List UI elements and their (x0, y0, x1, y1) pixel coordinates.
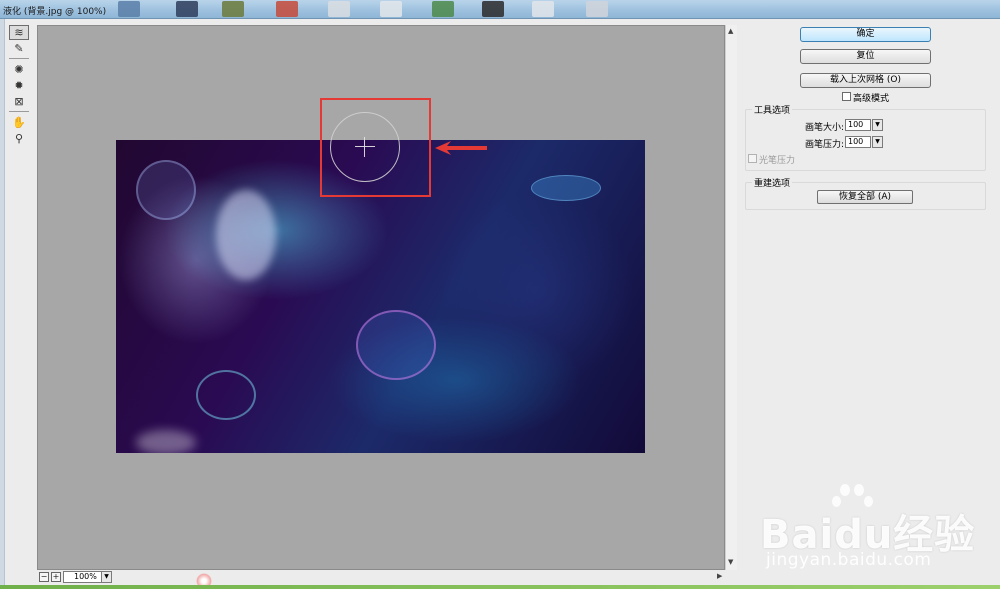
bloat-tool-icon[interactable]: ✹ (9, 78, 29, 93)
stylus-pressure-checkbox[interactable] (748, 154, 757, 163)
ok-button[interactable]: 确定 (800, 27, 931, 42)
tool-options-title: 工具选项 (752, 103, 793, 116)
advanced-mode-label: 高级模式 (853, 94, 890, 104)
image-bubble (216, 190, 276, 280)
reset-button[interactable]: 复位 (800, 49, 931, 64)
vertical-scrollbar[interactable]: ▲ ▼ (725, 25, 737, 570)
pucker-tool-icon[interactable]: ✺ (9, 62, 29, 77)
brush-pressure-dropdown-icon[interactable]: ▼ (872, 136, 883, 148)
taskbar-icon-2[interactable] (176, 1, 198, 17)
brush-pressure-field[interactable]: 100 (845, 136, 871, 148)
hand-tool-icon[interactable]: ✋ (9, 115, 29, 130)
taskbar-icon-10[interactable] (586, 1, 608, 17)
red-arrow-icon (435, 141, 487, 155)
push-left-tool-icon[interactable]: ⊠ (9, 94, 29, 109)
advanced-mode-checkbox[interactable] (842, 92, 851, 101)
taskbar-icon-5[interactable] (328, 1, 350, 17)
watermark-url: jingyan.baidu.com (766, 550, 932, 570)
image-bubble (531, 175, 601, 201)
taskbar-icon-1[interactable] (118, 1, 140, 17)
image-bubble (136, 160, 196, 220)
taskbar-icon-9[interactable] (532, 1, 554, 17)
zoom-dropdown-icon[interactable]: ▼ (101, 571, 112, 583)
scroll-right-arrow-icon[interactable]: ▶ (717, 572, 722, 580)
scroll-down-arrow-icon[interactable]: ▼ (728, 558, 733, 566)
zoom-in-button[interactable]: + (51, 572, 61, 582)
desktop-strip (0, 585, 1000, 589)
warp-tool-icon[interactable]: ≋ (9, 25, 29, 40)
reconstruct-tool-icon[interactable]: ✎ (9, 41, 29, 56)
tool-divider (9, 58, 29, 59)
title-bar: 液化 (背景.jpg @ 100%) (0, 0, 1000, 19)
window-title: 液化 (背景.jpg @ 100%) (3, 7, 107, 17)
taskbar-icon-7[interactable] (432, 1, 454, 17)
status-bar: − + 100% ▼ ▶ (37, 570, 737, 584)
brush-size-field[interactable]: 100 (845, 119, 871, 131)
taskbar-icon-4[interactable] (276, 1, 298, 17)
tool-divider (9, 111, 29, 112)
zoom-tool-icon[interactable]: ⚲ (9, 131, 29, 146)
image-bubble (136, 430, 196, 453)
brush-size-dropdown-icon[interactable]: ▼ (872, 119, 883, 131)
stylus-pressure-label: 光笔压力 (759, 156, 796, 166)
window-edge (0, 19, 5, 589)
brush-size-label: 画笔大小: (805, 123, 845, 133)
zoom-level-field[interactable]: 100% (63, 571, 105, 583)
baidu-watermark: Baidu经验 jingyan.baidu.com (760, 480, 980, 580)
restore-all-button[interactable]: 恢复全部 (A) (817, 190, 913, 204)
taskbar-icon-6[interactable] (380, 1, 402, 17)
brush-pressure-label: 画笔压力: (805, 140, 845, 150)
scroll-up-arrow-icon[interactable]: ▲ (728, 27, 733, 35)
image-bubble (356, 310, 436, 380)
crosshair-icon (355, 137, 375, 157)
zoom-out-button[interactable]: − (39, 572, 49, 582)
reconstruct-options-title: 重建选项 (752, 176, 793, 189)
taskbar-icon-8[interactable] (482, 1, 504, 17)
tool-strip: ≋ ✎ ✺ ✹ ⊠ ✋ ⚲ (9, 25, 31, 147)
taskbar-icon-3[interactable] (222, 1, 244, 17)
load-mesh-button[interactable]: 载入上次网格 (O) (800, 73, 931, 88)
image-bubble (196, 370, 256, 420)
